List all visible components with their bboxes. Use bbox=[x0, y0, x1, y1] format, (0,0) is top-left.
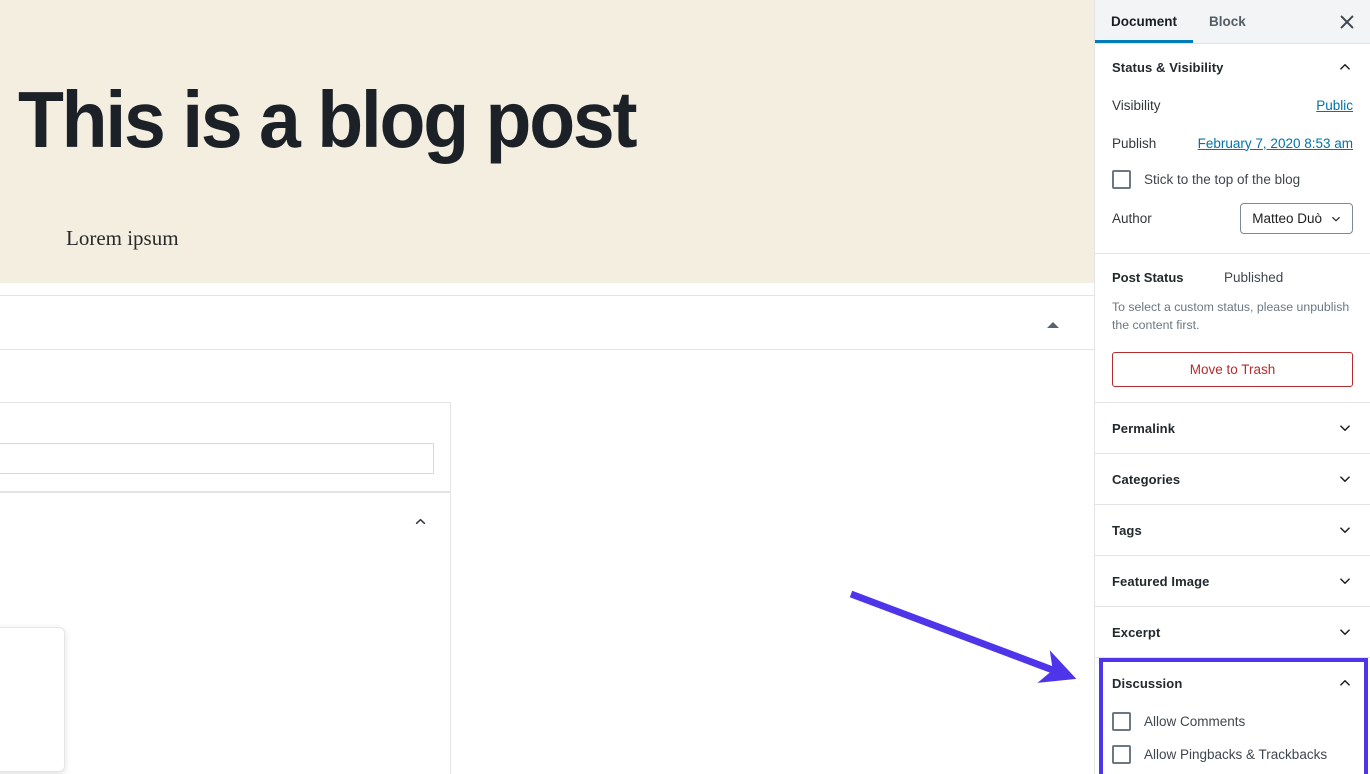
panel-header-categories[interactable]: Categories bbox=[1095, 454, 1370, 504]
post-body-paragraph[interactable]: Lorem ipsum bbox=[66, 224, 179, 252]
post-editor-canvas: This is a blog post Lorem ipsum ppet par… bbox=[0, 0, 1094, 774]
editor-divider-mid bbox=[0, 349, 1094, 350]
chevron-down-icon bbox=[1340, 425, 1350, 431]
allow-pingbacks-checkbox[interactable] bbox=[1112, 745, 1131, 764]
chevron-down-icon bbox=[1340, 578, 1350, 584]
snippet-preview-card: ppet part of bbox=[0, 627, 65, 772]
panel-permalink: Permalink bbox=[1095, 403, 1370, 454]
sidebar-tab-bar: Document Block bbox=[1095, 0, 1370, 44]
row-visibility: Visibility Public bbox=[1112, 90, 1353, 120]
allow-comments-label: Allow Comments bbox=[1144, 714, 1246, 729]
visibility-value-link[interactable]: Public bbox=[1316, 98, 1353, 113]
panel-excerpt: Excerpt bbox=[1095, 607, 1370, 658]
post-settings-sidebar: Document Block Status & Visibility Visib… bbox=[1094, 0, 1370, 774]
close-x-glyph-icon bbox=[1340, 15, 1354, 29]
post-status-label: Post Status bbox=[1112, 270, 1184, 285]
panel-post-status: Post Status Published To select a custom… bbox=[1095, 254, 1370, 403]
panel-title-featured-image: Featured Image bbox=[1112, 573, 1210, 589]
panel-header-featured-image[interactable]: Featured Image bbox=[1095, 556, 1370, 606]
panel-discussion: Discussion Allow Comments Allow Pingback… bbox=[1095, 658, 1370, 774]
author-select[interactable]: Matteo Duò bbox=[1240, 203, 1353, 234]
row-author: Author Matteo Duò bbox=[1112, 203, 1353, 234]
panel-tags: Tags bbox=[1095, 505, 1370, 556]
panel-title-categories: Categories bbox=[1112, 471, 1181, 487]
row-post-status: Post Status Published bbox=[1112, 270, 1353, 285]
panel-title-status-visibility: Status & Visibility bbox=[1112, 59, 1224, 75]
row-allow-comments: Allow Comments bbox=[1112, 712, 1353, 731]
panel-title-permalink: Permalink bbox=[1112, 420, 1176, 436]
band-collapse-caret-icon[interactable] bbox=[1047, 322, 1059, 328]
chevron-down-icon bbox=[1340, 629, 1350, 635]
chevron-down-icon bbox=[1340, 476, 1350, 482]
panel-body-discussion: Allow Comments Allow Pingbacks & Trackba… bbox=[1095, 712, 1370, 774]
tab-block[interactable]: Block bbox=[1193, 0, 1262, 43]
panel-body-post-status: Post Status Published To select a custom… bbox=[1095, 254, 1370, 402]
chevron-up-icon bbox=[1340, 64, 1350, 70]
post-title[interactable]: This is a blog post bbox=[18, 74, 638, 166]
panel-header-tags[interactable]: Tags bbox=[1095, 505, 1370, 555]
tab-document[interactable]: Document bbox=[1095, 0, 1193, 43]
editor-panel-large bbox=[0, 492, 451, 774]
visibility-label: Visibility bbox=[1112, 97, 1161, 113]
publish-date-link[interactable]: February 7, 2020 8:53 am bbox=[1198, 136, 1353, 151]
allow-pingbacks-label: Allow Pingbacks & Trackbacks bbox=[1144, 747, 1328, 762]
panel-body-status-visibility: Visibility Public Publish February 7, 20… bbox=[1095, 90, 1370, 253]
editor-panel-input[interactable] bbox=[0, 443, 434, 474]
chevron-down-icon bbox=[1332, 216, 1340, 221]
panel-title-tags: Tags bbox=[1112, 522, 1142, 538]
panel-title-excerpt: Excerpt bbox=[1112, 624, 1161, 640]
panel-status-visibility: Status & Visibility Visibility Public Pu… bbox=[1095, 44, 1370, 254]
editor-divider-top bbox=[0, 295, 1094, 296]
chevron-up-icon bbox=[1340, 680, 1350, 686]
panel-featured-image: Featured Image bbox=[1095, 556, 1370, 607]
panel-header-permalink[interactable]: Permalink bbox=[1095, 403, 1370, 453]
allow-comments-checkbox[interactable] bbox=[1112, 712, 1131, 731]
post-status-value: Published bbox=[1224, 270, 1284, 285]
close-icon[interactable] bbox=[1334, 9, 1360, 35]
editor-panel-collapse-caret-icon[interactable] bbox=[412, 513, 429, 530]
author-label: Author bbox=[1112, 211, 1152, 226]
panel-header-status-visibility[interactable]: Status & Visibility bbox=[1095, 44, 1370, 90]
panel-header-discussion[interactable]: Discussion bbox=[1095, 658, 1370, 706]
row-sticky: Stick to the top of the blog bbox=[1112, 170, 1353, 189]
app-root: This is a blog post Lorem ipsum ppet par… bbox=[0, 0, 1370, 774]
sticky-checkbox[interactable] bbox=[1112, 170, 1131, 189]
panel-title-discussion: Discussion bbox=[1112, 675, 1183, 691]
panel-categories: Categories bbox=[1095, 454, 1370, 505]
move-to-trash-button[interactable]: Move to Trash bbox=[1112, 352, 1353, 387]
author-select-value: Matteo Duò bbox=[1252, 211, 1322, 226]
row-allow-pingbacks: Allow Pingbacks & Trackbacks bbox=[1112, 745, 1353, 764]
publish-label: Publish bbox=[1112, 135, 1157, 151]
post-status-help-text: To select a custom status, please unpubl… bbox=[1112, 300, 1350, 332]
chevron-down-icon bbox=[1340, 527, 1350, 533]
row-publish: Publish February 7, 2020 8:53 am bbox=[1112, 128, 1353, 158]
sticky-label: Stick to the top of the blog bbox=[1144, 172, 1301, 187]
panel-header-excerpt[interactable]: Excerpt bbox=[1095, 607, 1370, 657]
